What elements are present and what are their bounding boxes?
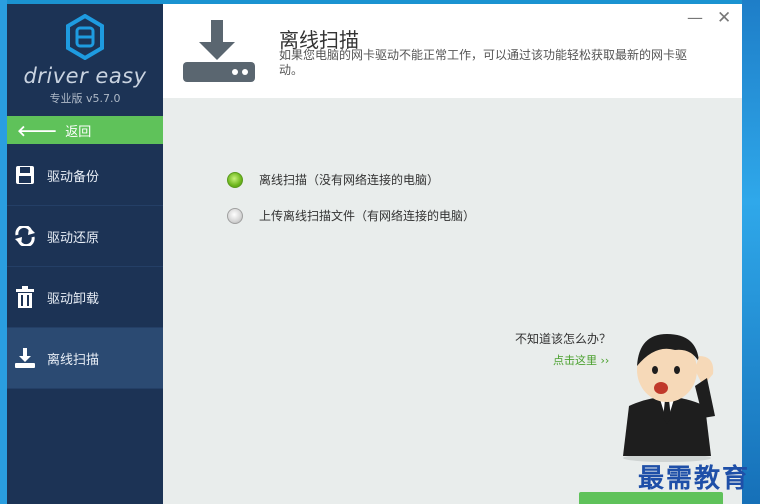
arrow-left-icon: 🡐 xyxy=(17,121,58,140)
restore-icon xyxy=(13,224,37,248)
minimize-button[interactable]: — xyxy=(687,8,703,27)
driver-easy-logo-icon xyxy=(66,14,104,60)
trash-icon xyxy=(13,285,37,309)
sidebar-item-label: 驱动备份 xyxy=(47,169,100,185)
confused-man-illustration xyxy=(623,334,715,462)
option-upload-scan-file[interactable]: 上传离线扫描文件（有网络连接的电脑） xyxy=(227,207,475,224)
sidebar-item-uninstall[interactable]: 驱动卸载 xyxy=(7,267,163,328)
help-link[interactable]: 点击这里 ›› xyxy=(553,352,609,368)
radio-unselected[interactable] xyxy=(227,207,243,224)
sidebar-item-restore[interactable]: 驱动还原 xyxy=(7,206,163,267)
watermark: 最需教育 xyxy=(638,464,751,494)
sidebar-item-offline-scan[interactable]: 离线扫描 xyxy=(7,328,163,389)
frame-right-edge xyxy=(742,0,760,504)
option-label: 离线扫描（没有网络连接的电脑） xyxy=(259,173,440,187)
option-offline-scan[interactable]: 离线扫描（没有网络连接的电脑） xyxy=(227,171,439,188)
sidebar-item-label: 离线扫描 xyxy=(47,352,100,368)
brand-name: driver easy xyxy=(23,64,147,88)
download-icon xyxy=(13,346,37,370)
option-label: 上传离线扫描文件（有网络连接的电脑） xyxy=(259,209,476,223)
back-button[interactable]: 🡐 返回 xyxy=(7,116,163,144)
sidebar-item-backup[interactable]: 驱动备份 xyxy=(7,145,163,206)
frame-left-edge xyxy=(0,0,7,504)
logo: driver easy 专业版 v5.7.0 xyxy=(7,4,163,116)
save-icon xyxy=(13,163,37,187)
sidebar-item-label: 驱动还原 xyxy=(47,230,100,246)
close-button[interactable]: ✕ xyxy=(717,8,731,28)
sidebar-item-label: 驱动卸载 xyxy=(47,291,100,307)
help-question: 不知道该怎么办？ xyxy=(515,332,612,346)
offline-scan-icon xyxy=(183,20,255,82)
header: 离线扫描 如果您电脑的网卡驱动不能正常工作，可以通过该功能轻松获取最新的网卡驱动… xyxy=(163,4,742,98)
page-description: 如果您电脑的网卡驱动不能正常工作，可以通过该功能轻松获取最新的网卡驱动。 xyxy=(279,48,688,77)
back-label: 返回 xyxy=(65,124,92,140)
main-panel: 离线扫描 如果您电脑的网卡驱动不能正常工作，可以通过该功能轻松获取最新的网卡驱动… xyxy=(163,4,742,504)
edition-label: 专业版 v5.7.0 xyxy=(49,92,121,105)
sidebar: driver easy 专业版 v5.7.0 🡐 返回 驱动备份 驱动还原 驱动… xyxy=(7,4,163,504)
radio-selected[interactable] xyxy=(227,171,243,188)
